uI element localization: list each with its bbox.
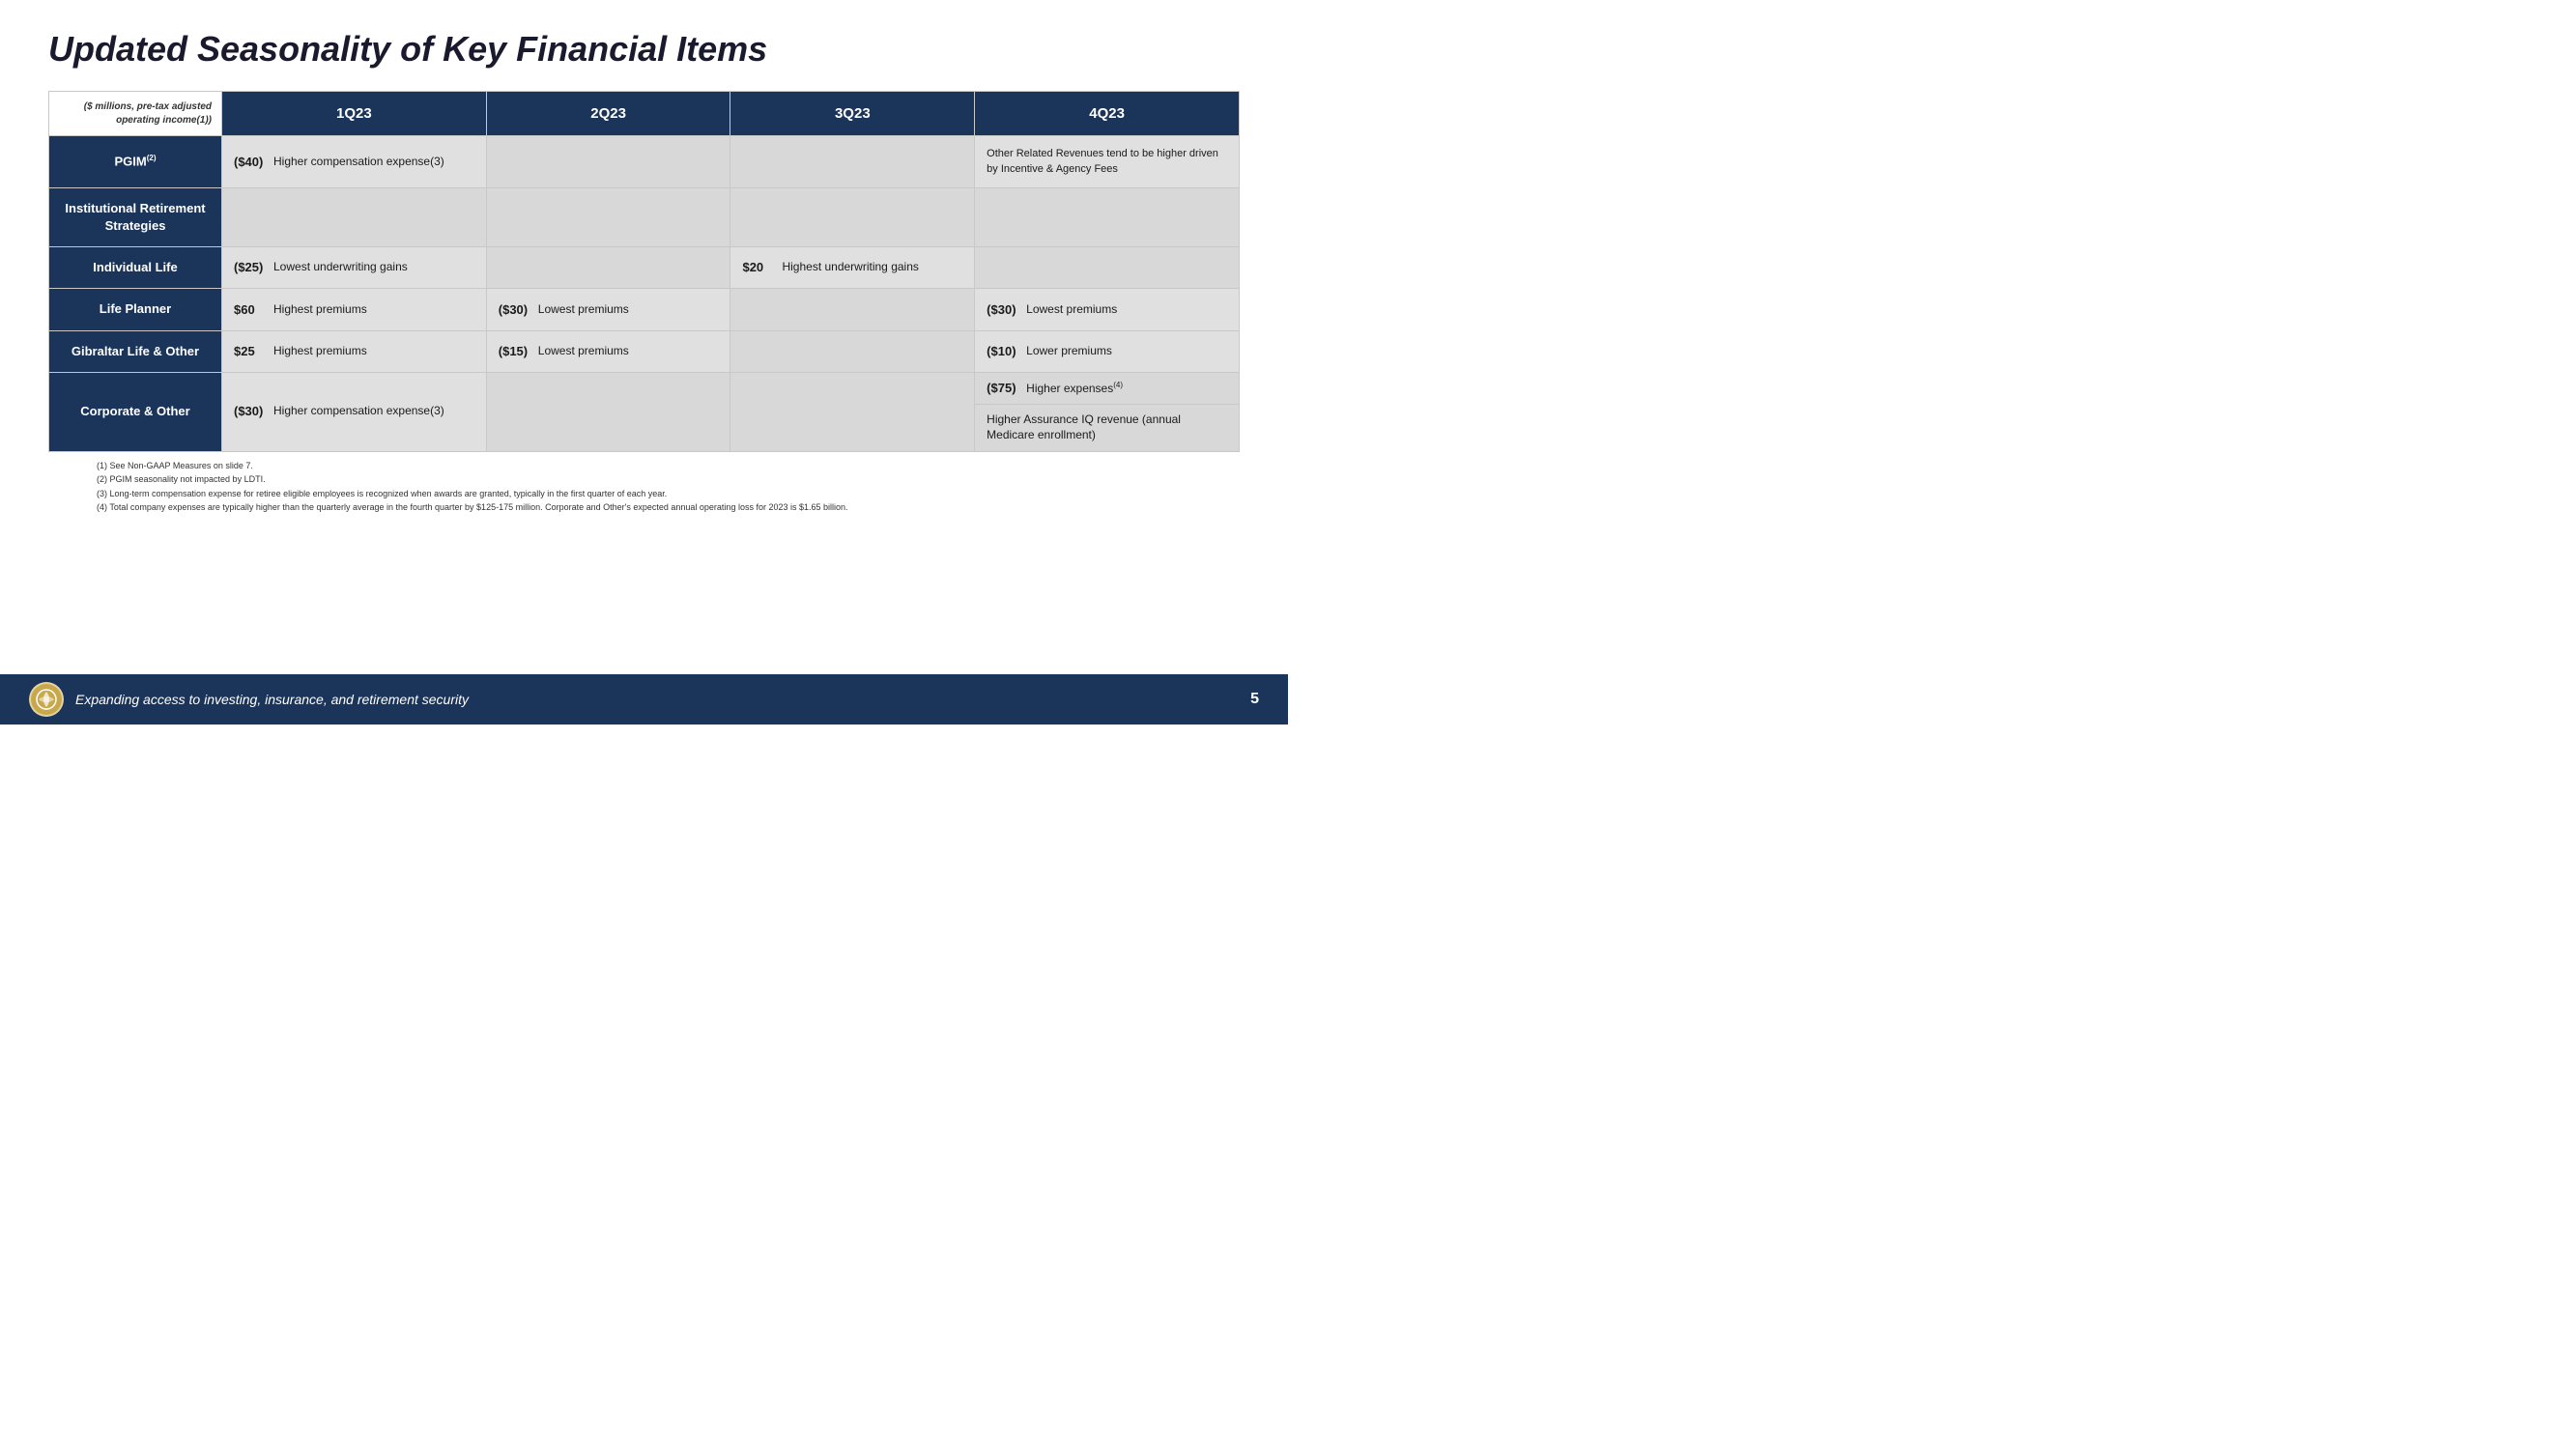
- cell-il-1q23: ($25) Lowest underwriting gains: [222, 247, 487, 289]
- cell-pgim-4q23: Other Related Revenues tend to be higher…: [975, 136, 1240, 188]
- cell-irs-2q23: [486, 187, 730, 246]
- table-row-corporate: Corporate & Other ($30) Higher compensat…: [49, 372, 1240, 451]
- cell-gib-4q23: ($10) Lower premiums: [975, 330, 1240, 372]
- cell-corp-2q23: [486, 372, 730, 451]
- main-table: ($ millions, pre-tax adjusted operating …: [48, 91, 1240, 452]
- table-row-gibraltar: Gibraltar Life & Other $25 Highest premi…: [49, 330, 1240, 372]
- main-content: Updated Seasonality of Key Financial Ite…: [0, 0, 1288, 674]
- cell-pgim-2q23: [486, 136, 730, 188]
- footer-page-number: 5: [1250, 691, 1259, 708]
- cell-irs-1q23: [222, 187, 487, 246]
- cell-gib-2q23: ($15) Lowest premiums: [486, 330, 730, 372]
- footer-tagline: Expanding access to investing, insurance…: [75, 692, 469, 707]
- page-title: Updated Seasonality of Key Financial Ite…: [48, 29, 1240, 70]
- cell-pgim-3q23: [730, 136, 975, 188]
- row-label-gibraltar: Gibraltar Life & Other: [49, 330, 222, 372]
- footer-bar: Expanding access to investing, insurance…: [0, 674, 1288, 724]
- cell-gib-1q23: $25 Highest premiums: [222, 330, 487, 372]
- cell-il-2q23: [486, 247, 730, 289]
- cell-corp-4q23: ($75) Higher expenses(4) Higher Assuranc…: [975, 372, 1240, 451]
- cell-pgim-1q23: ($40) Higher compensation expense(3): [222, 136, 487, 188]
- cell-il-4q23: [975, 247, 1240, 289]
- cell-lp-1q23: $60 Highest premiums: [222, 289, 487, 330]
- table-row-irs: Institutional Retirement Strategies: [49, 187, 1240, 246]
- cell-lp-2q23: ($30) Lowest premiums: [486, 289, 730, 330]
- col-3q23-header: 3Q23: [730, 92, 975, 136]
- cell-lp-4q23: ($30) Lowest premiums: [975, 289, 1240, 330]
- footnote-4: (4) Total company expenses are typically…: [97, 501, 1191, 515]
- cell-gib-3q23: [730, 330, 975, 372]
- cell-corp-1q23: ($30) Higher compensation expense(3): [222, 372, 487, 451]
- table-row-pgim: PGIM(2) ($40) Higher compensation expens…: [49, 136, 1240, 188]
- cell-corp-3q23: [730, 372, 975, 451]
- row-label-irs: Institutional Retirement Strategies: [49, 187, 222, 246]
- footnote-2: (2) PGIM seasonality not impacted by LDT…: [97, 473, 1191, 487]
- col-label-header: ($ millions, pre-tax adjusted operating …: [49, 92, 222, 136]
- table-row-life-planner: Life Planner $60 Highest premiums ($30) …: [49, 289, 1240, 330]
- cell-irs-3q23: [730, 187, 975, 246]
- row-label-corporate: Corporate & Other: [49, 372, 222, 451]
- table-row-individual-life: Individual Life ($25) Lowest underwritin…: [49, 247, 1240, 289]
- col-4q23-header: 4Q23: [975, 92, 1240, 136]
- cell-il-3q23: $20 Highest underwriting gains: [730, 247, 975, 289]
- footnote-1: (1) See Non-GAAP Measures on slide 7.: [97, 460, 1191, 473]
- cell-lp-3q23: [730, 289, 975, 330]
- company-logo: [29, 682, 64, 717]
- page: Updated Seasonality of Key Financial Ite…: [0, 0, 1288, 724]
- col-1q23-header: 1Q23: [222, 92, 487, 136]
- footnote-3: (3) Long-term compensation expense for r…: [97, 488, 1191, 501]
- row-label-pgim: PGIM(2): [49, 136, 222, 188]
- row-label-life-planner: Life Planner: [49, 289, 222, 330]
- footnotes-section: (1) See Non-GAAP Measures on slide 7. (2…: [48, 452, 1240, 521]
- col-2q23-header: 2Q23: [486, 92, 730, 136]
- footer-logo-area: Expanding access to investing, insurance…: [29, 682, 469, 717]
- row-label-individual-life: Individual Life: [49, 247, 222, 289]
- cell-irs-4q23: [975, 187, 1240, 246]
